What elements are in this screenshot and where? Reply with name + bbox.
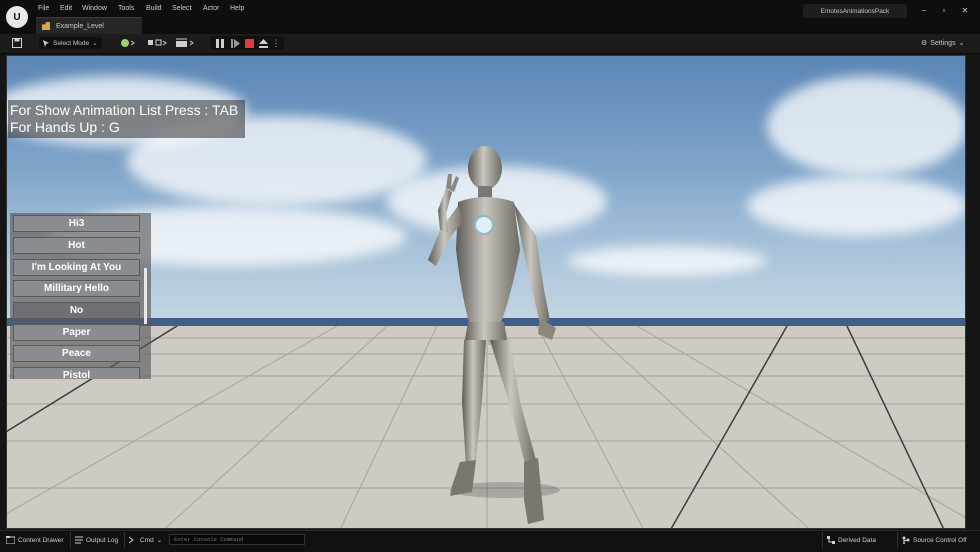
eject-icon bbox=[258, 38, 268, 48]
eject-button[interactable] bbox=[257, 37, 269, 49]
chevron-down-icon: ⌄ bbox=[958, 40, 965, 47]
animation-list: Hi3 Hot I'm Looking At You Millitary Hel… bbox=[10, 213, 151, 379]
divider bbox=[70, 532, 71, 548]
pause-icon bbox=[216, 38, 224, 48]
animation-item-pistol[interactable]: Pistol bbox=[13, 367, 140, 379]
menu-help[interactable]: Help bbox=[230, 5, 244, 12]
help-line-animation-list: For Show Animation List Press : TAB bbox=[10, 102, 239, 118]
content-drawer-label: Content Drawer bbox=[18, 536, 64, 544]
cursor-icon bbox=[43, 39, 49, 47]
select-mode-label: Select Mode bbox=[53, 39, 90, 47]
level-icon bbox=[42, 22, 50, 30]
character-mannequin[interactable] bbox=[410, 140, 570, 532]
cloud bbox=[747, 176, 965, 236]
clapper-icon bbox=[176, 38, 194, 47]
add-actor-button[interactable] bbox=[118, 37, 138, 49]
cinematics-button[interactable] bbox=[174, 37, 196, 49]
animation-item-peace[interactable]: Peace bbox=[13, 345, 140, 362]
derived-data-button[interactable]: Derived Data bbox=[827, 534, 876, 546]
animation-item-looking-at-you[interactable]: I'm Looking At You bbox=[13, 259, 140, 276]
animation-item-hi3[interactable]: Hi3 bbox=[13, 215, 140, 232]
console-command-input[interactable] bbox=[169, 534, 305, 545]
minimize-button[interactable]: − bbox=[917, 4, 931, 16]
divider bbox=[897, 532, 898, 548]
menu-window[interactable]: Window bbox=[82, 5, 107, 12]
source-control-icon bbox=[902, 536, 910, 544]
add-actor-icon bbox=[121, 39, 135, 47]
cloud bbox=[767, 76, 965, 176]
chevron-down-icon: ⌄ bbox=[156, 537, 163, 544]
unreal-logo-icon[interactable]: U bbox=[6, 6, 28, 28]
chevron-down-icon: ⌄ bbox=[92, 40, 98, 47]
menu-select[interactable]: Select bbox=[172, 5, 191, 12]
source-control-button[interactable]: Source Control Off bbox=[902, 534, 967, 546]
derived-data-label: Derived Data bbox=[838, 536, 876, 544]
cloud bbox=[567, 246, 767, 276]
menu-tools[interactable]: Tools bbox=[118, 5, 134, 12]
help-overlay: For Show Animation List Press : TAB For … bbox=[8, 100, 245, 138]
animation-item-no[interactable]: No bbox=[13, 302, 140, 319]
terminal-icon bbox=[129, 536, 134, 544]
cmd-dropdown[interactable]: Cmd ⌄ bbox=[129, 534, 162, 546]
menu-build[interactable]: Build bbox=[146, 5, 162, 12]
pause-button[interactable] bbox=[214, 37, 226, 49]
frame-skip-icon bbox=[230, 38, 240, 48]
menu-actor[interactable]: Actor bbox=[203, 5, 219, 12]
tab-level[interactable]: Example_Level bbox=[36, 17, 142, 34]
blueprint-button[interactable] bbox=[146, 37, 168, 49]
divider bbox=[822, 532, 823, 548]
folder-icon bbox=[6, 536, 15, 544]
animation-item-paper[interactable]: Paper bbox=[13, 324, 140, 341]
log-icon bbox=[75, 536, 83, 544]
save-icon bbox=[12, 38, 22, 48]
animation-list-scrollbar[interactable] bbox=[144, 268, 147, 324]
source-control-label: Source Control Off bbox=[913, 536, 967, 544]
menu-file[interactable]: File bbox=[38, 5, 49, 12]
project-name: EmotesAnimationsPack bbox=[803, 4, 907, 18]
menu-edit[interactable]: Edit bbox=[60, 5, 72, 12]
blueprint-icon bbox=[148, 39, 167, 46]
output-log-label: Output Log bbox=[86, 536, 119, 544]
animation-item-hot[interactable]: Hot bbox=[13, 237, 140, 254]
settings-button[interactable]: ⚙ Settings ⌄ bbox=[921, 37, 969, 49]
more-options-icon[interactable]: ⋮ bbox=[272, 37, 281, 49]
cmd-label: Cmd bbox=[140, 536, 154, 544]
stop-button[interactable] bbox=[243, 37, 255, 49]
content-drawer-button[interactable]: Content Drawer bbox=[6, 534, 64, 546]
stop-icon bbox=[244, 38, 254, 48]
animation-item-military-hello[interactable]: Millitary Hello bbox=[13, 280, 140, 297]
gear-icon: ⚙ bbox=[921, 40, 928, 47]
save-button[interactable] bbox=[10, 37, 24, 49]
frame-skip-button[interactable] bbox=[229, 37, 241, 49]
divider bbox=[124, 532, 125, 548]
select-mode-dropdown[interactable]: Select Mode ⌄ bbox=[39, 37, 102, 49]
settings-label: Settings bbox=[930, 39, 956, 47]
maximize-button[interactable]: ▫ bbox=[937, 4, 951, 16]
output-log-button[interactable]: Output Log bbox=[75, 534, 118, 546]
help-line-hands-up: For Hands Up : G bbox=[10, 119, 120, 135]
close-button[interactable]: ✕ bbox=[958, 4, 972, 16]
derived-data-icon bbox=[827, 536, 835, 544]
level-tab-label: Example_Level bbox=[56, 22, 104, 30]
